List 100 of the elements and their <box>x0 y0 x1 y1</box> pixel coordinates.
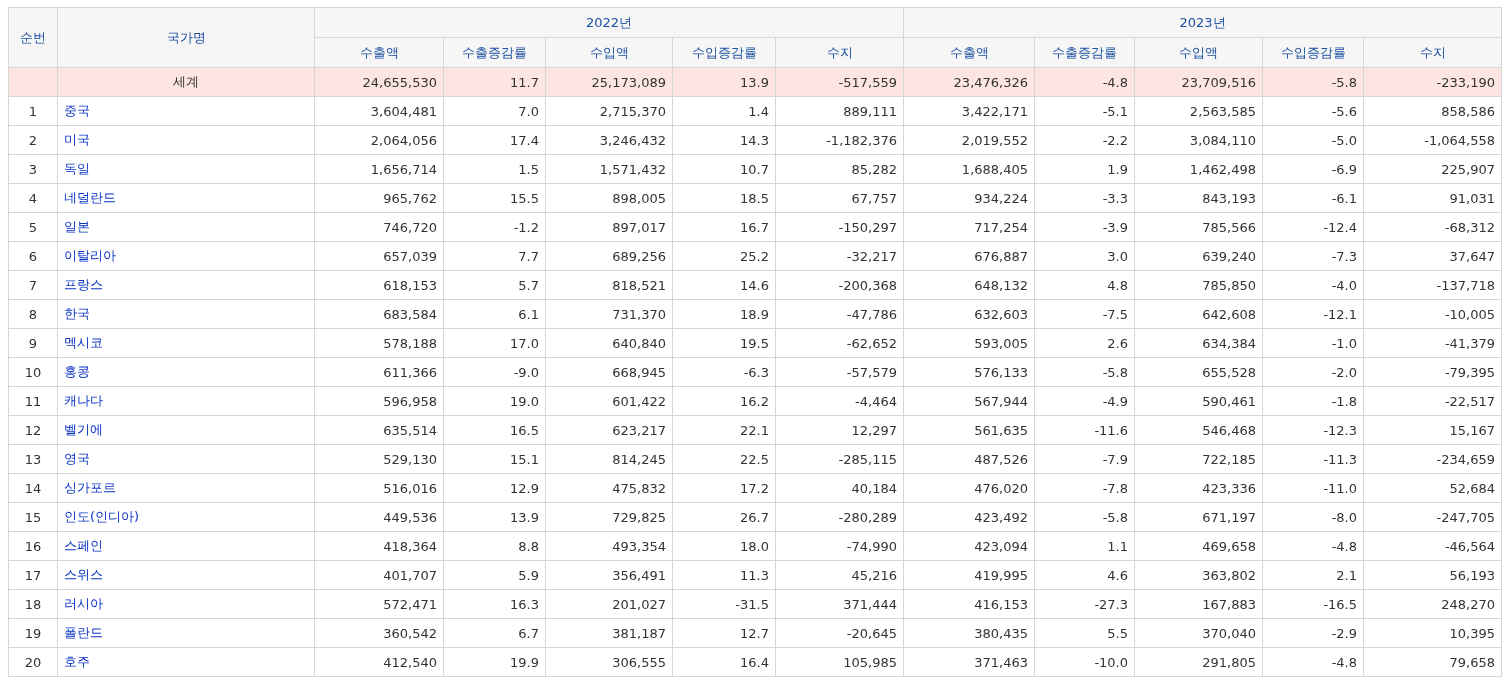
country-link[interactable]: 싱가포르 <box>64 480 116 495</box>
table-cell: 16.4 <box>672 647 776 677</box>
country-link[interactable]: 네덜란드 <box>64 190 116 205</box>
table-cell: 306,555 <box>545 647 673 677</box>
country-link[interactable]: 영국 <box>64 451 90 466</box>
table-cell: 23,476,326 <box>903 67 1035 97</box>
table-cell: 722,185 <box>1134 444 1263 474</box>
table-cell: -2.9 <box>1262 618 1364 648</box>
table-cell: 655,528 <box>1134 357 1263 387</box>
table-cell: 785,566 <box>1134 212 1263 242</box>
table-cell: 668,945 <box>545 357 673 387</box>
country-link[interactable]: 프랑스 <box>64 277 103 292</box>
table-cell: 380,435 <box>903 618 1035 648</box>
table-cell: -1,182,376 <box>775 125 904 155</box>
table-cell: -7.5 <box>1034 299 1135 329</box>
table-cell: 19.5 <box>672 328 776 358</box>
table-cell: 634,384 <box>1134 328 1263 358</box>
table-cell: 16.5 <box>443 415 546 445</box>
table-cell: 578,188 <box>314 328 444 358</box>
country-link[interactable]: 인도(인디아) <box>64 509 140 524</box>
table-cell: 493,354 <box>545 531 673 561</box>
table-cell: 7.0 <box>443 96 546 126</box>
country-link[interactable]: 스페인 <box>64 538 103 553</box>
country-link[interactable]: 캐나다 <box>64 393 103 408</box>
country-link[interactable]: 벨기에 <box>64 422 103 437</box>
table-cell: 639,240 <box>1134 241 1263 271</box>
table-cell: 13 <box>8 444 58 474</box>
table-cell: 14 <box>8 473 58 503</box>
column-header: 2023년 <box>903 7 1502 38</box>
table-cell: -1.2 <box>443 212 546 242</box>
column-header: 2022년 <box>314 7 904 38</box>
table-cell: 12.7 <box>672 618 776 648</box>
table-cell: 423,492 <box>903 502 1035 532</box>
table-cell: -1.0 <box>1262 328 1364 358</box>
table-cell: -2.0 <box>1262 357 1364 387</box>
table-cell: 15.5 <box>443 183 546 213</box>
table-cell: 746,720 <box>314 212 444 242</box>
table-cell: -280,289 <box>775 502 904 532</box>
table-cell: 19 <box>8 618 58 648</box>
country-link[interactable]: 한국 <box>64 306 90 321</box>
table-cell: 360,542 <box>314 618 444 648</box>
column-header: 국가명 <box>57 7 315 68</box>
table-cell: 529,130 <box>314 444 444 474</box>
table-cell: 965,762 <box>314 183 444 213</box>
country-link[interactable]: 독일 <box>64 161 90 176</box>
table-cell: 689,256 <box>545 241 673 271</box>
table-cell: 201,027 <box>545 589 673 619</box>
table-cell: 5.7 <box>443 270 546 300</box>
country-link[interactable]: 일본 <box>64 219 90 234</box>
table-cell: -31.5 <box>672 589 776 619</box>
table-cell: 22.5 <box>672 444 776 474</box>
table-cell: 10,395 <box>1363 618 1502 648</box>
table-cell: -46,564 <box>1363 531 1502 561</box>
country-link[interactable]: 홍콩 <box>64 364 90 379</box>
table-cell: 16.2 <box>672 386 776 416</box>
table-cell: -517,559 <box>775 67 904 97</box>
country-link[interactable]: 폴란드 <box>64 625 103 640</box>
table-cell: 576,133 <box>903 357 1035 387</box>
table-cell: 648,132 <box>903 270 1035 300</box>
table-cell: 291,805 <box>1134 647 1263 677</box>
table-cell: 9 <box>8 328 58 358</box>
table-cell: 640,840 <box>545 328 673 358</box>
table-cell: 487,526 <box>903 444 1035 474</box>
table-cell: 5.9 <box>443 560 546 590</box>
country-link[interactable]: 러시아 <box>64 596 103 611</box>
table-cell: 세계 <box>57 67 315 97</box>
table-cell: -4.0 <box>1262 270 1364 300</box>
country-link[interactable]: 이탈리아 <box>64 248 116 263</box>
table-cell: 356,491 <box>545 560 673 590</box>
country-link[interactable]: 스위스 <box>64 567 103 582</box>
table-cell: -79,395 <box>1363 357 1502 387</box>
table-cell: 79,658 <box>1363 647 1502 677</box>
country-link[interactable]: 호주 <box>64 654 90 669</box>
country-link[interactable]: 미국 <box>64 132 90 147</box>
table-cell: 1,571,432 <box>545 154 673 184</box>
table-cell: -285,115 <box>775 444 904 474</box>
table-cell: 18.5 <box>672 183 776 213</box>
column-header: 수입증감률 <box>672 37 776 68</box>
table-cell: 16 <box>8 531 58 561</box>
country-link[interactable]: 중국 <box>64 103 90 118</box>
column-header: 수입액 <box>545 37 673 68</box>
table-cell: 2 <box>8 125 58 155</box>
table-cell: 814,245 <box>545 444 673 474</box>
table-cell: -247,705 <box>1363 502 1502 532</box>
table-cell: 683,584 <box>314 299 444 329</box>
table-cell: 3,422,171 <box>903 96 1035 126</box>
country-link[interactable]: 멕시코 <box>64 335 103 350</box>
table-cell: 934,224 <box>903 183 1035 213</box>
table-cell: -5.8 <box>1034 502 1135 532</box>
table-cell: -150,297 <box>775 212 904 242</box>
table-cell: 1,462,498 <box>1134 154 1263 184</box>
table-cell: 632,603 <box>903 299 1035 329</box>
table-cell: 8 <box>8 299 58 329</box>
table-cell: 418,364 <box>314 531 444 561</box>
table-cell: -12.3 <box>1262 415 1364 445</box>
table-cell: -57,579 <box>775 357 904 387</box>
column-header: 수입증감률 <box>1262 37 1364 68</box>
table-cell: 19.0 <box>443 386 546 416</box>
table-cell: 635,514 <box>314 415 444 445</box>
table-cell: -7.9 <box>1034 444 1135 474</box>
